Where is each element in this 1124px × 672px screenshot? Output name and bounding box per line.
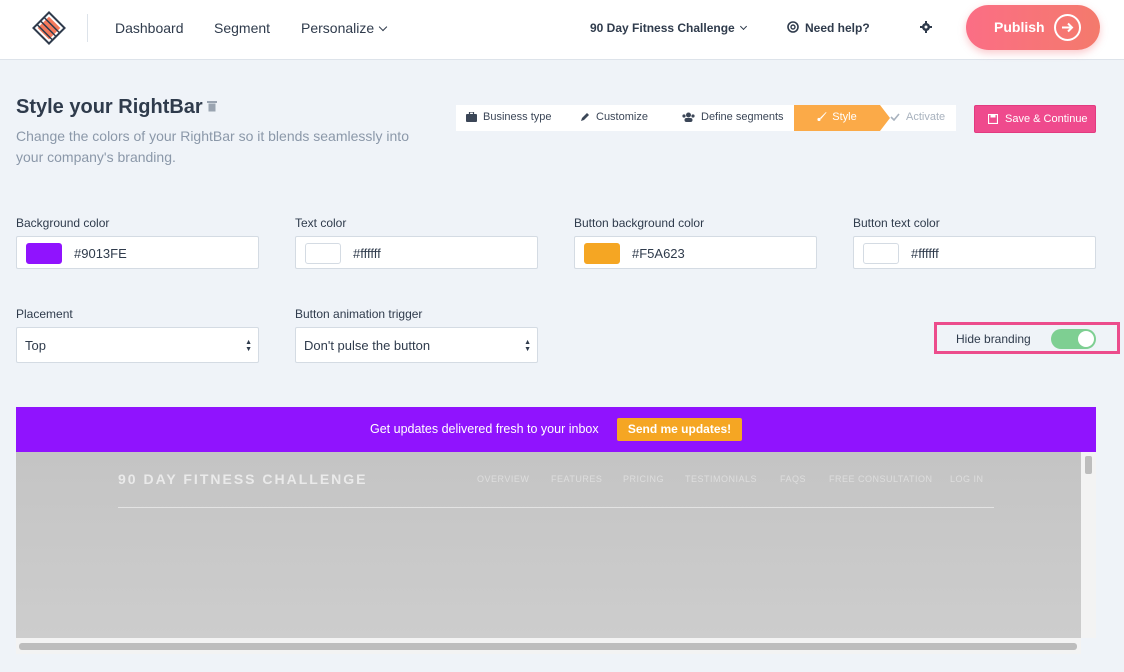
step-active-content: Style (794, 111, 880, 123)
rightbar-logo-icon[interactable] (30, 10, 68, 46)
preview-nav-log-in: LOG IN (950, 474, 984, 484)
preview-nav-faqs: FAQS (780, 474, 807, 484)
preview-divider (118, 507, 994, 508)
step-label: Business type (483, 111, 552, 123)
floppy-disk-icon (988, 114, 998, 124)
step-define-segments[interactable]: Define segments (682, 111, 784, 123)
nav-dashboard[interactable]: Dashboard (115, 20, 184, 36)
background-color-swatch[interactable] (26, 243, 62, 264)
step-style[interactable]: Style (794, 105, 890, 131)
hide-branding-toggle[interactable] (1051, 329, 1096, 349)
help-link[interactable]: Need help? (787, 21, 870, 35)
placement-select[interactable]: Top ▲ ▼ (16, 327, 259, 363)
page-title: Style your RightBar (16, 96, 203, 118)
button-bg-color-label: Button background color (574, 216, 705, 230)
select-arrows-icon: ▲ ▼ (245, 339, 252, 353)
step-label: Activate (906, 111, 946, 123)
button-bg-color-value: #F5A623 (632, 246, 685, 261)
wizard-steps: Business type Customize Define segments … (456, 105, 956, 131)
button-text-color-field[interactable]: #ffffff (853, 236, 1096, 269)
preview-nav-overview: OVERVIEW (477, 474, 530, 484)
background-color-label: Background color (16, 216, 110, 230)
arrow-right-icon (1054, 14, 1081, 41)
help-label: Need help? (805, 21, 870, 35)
scrollbar-thumb[interactable] (1085, 456, 1092, 474)
text-color-swatch[interactable] (305, 243, 341, 264)
text-color-value: #ffffff (353, 246, 381, 261)
trash-icon[interactable] (207, 100, 217, 112)
step-customize[interactable]: Customize (580, 111, 648, 123)
page-subtitle: Change the colors of your RightBar so it… (16, 128, 409, 165)
preview-nav-features: FEATURES (551, 474, 603, 484)
briefcase-icon (466, 112, 477, 122)
button-text-color-swatch[interactable] (863, 243, 899, 264)
step-label: Define segments (701, 111, 784, 123)
placement-label: Placement (16, 307, 73, 321)
button-text-color-value: #ffffff (911, 246, 939, 261)
rightbar-preview: Get updates delivered fresh to your inbo… (16, 407, 1096, 654)
save-continue-label: Save & Continue (1005, 113, 1088, 125)
users-icon (682, 112, 695, 122)
check-icon (890, 113, 900, 121)
hide-branding-highlight: Hide branding (934, 322, 1120, 354)
site-selector-label: 90 Day Fitness Challenge (590, 21, 735, 35)
preview-nav-free-consultation: FREE CONSULTATION (829, 474, 933, 484)
preview-horizontal-scrollbar[interactable] (16, 638, 1081, 654)
select-arrows-icon: ▲ ▼ (524, 339, 531, 353)
top-navbar: Dashboard Segment Personalize 90 Day Fit… (0, 0, 1124, 60)
nav-divider (87, 14, 88, 42)
lifebuoy-icon (787, 21, 799, 33)
animation-trigger-value: Don't pulse the button (304, 338, 431, 353)
animation-trigger-select[interactable]: Don't pulse the button ▲ ▼ (295, 327, 538, 363)
step-business-type[interactable]: Business type (466, 111, 551, 123)
step-label: Style (832, 111, 857, 123)
nav-segment[interactable]: Segment (214, 20, 270, 36)
step-activate[interactable]: Activate (890, 111, 945, 123)
step-label: Customize (596, 111, 648, 123)
text-color-field[interactable]: #ffffff (295, 236, 538, 269)
hide-branding-label: Hide branding (956, 332, 1031, 346)
nav-personalize-label: Personalize (301, 20, 375, 36)
paintbrush-icon (817, 112, 827, 122)
preview-vertical-scrollbar[interactable] (1081, 452, 1096, 638)
toggle-knob (1078, 331, 1094, 347)
nav-personalize[interactable]: Personalize (301, 20, 388, 36)
publish-button[interactable]: Publish (966, 5, 1100, 50)
preview-nav-pricing: PRICING (623, 474, 665, 484)
text-color-label: Text color (295, 216, 347, 230)
chevron-down-icon (378, 22, 388, 32)
preview-site-title: 90 DAY FITNESS CHALLENGE (118, 471, 368, 487)
preview-bar: Get updates delivered fresh to your inbo… (16, 407, 1096, 452)
gear-icon[interactable] (920, 21, 932, 33)
background-color-field[interactable]: #9013FE (16, 236, 259, 269)
placement-value: Top (25, 338, 46, 353)
site-selector[interactable]: 90 Day Fitness Challenge (590, 21, 747, 35)
scrollbar-thumb[interactable] (19, 643, 1077, 650)
preview-bar-button[interactable]: Send me updates! (617, 418, 742, 441)
publish-label: Publish (994, 19, 1045, 35)
button-bg-color-field[interactable]: #F5A623 (574, 236, 817, 269)
button-text-color-label: Button text color (853, 216, 940, 230)
preview-bar-text: Get updates delivered fresh to your inbo… (370, 422, 599, 436)
save-continue-button[interactable]: Save & Continue (974, 105, 1096, 133)
background-color-value: #9013FE (74, 246, 127, 261)
animation-trigger-label: Button animation trigger (295, 307, 423, 321)
preview-nav-testimonials: TESTIMONIALS (685, 474, 758, 484)
preview-website: 90 DAY FITNESS CHALLENGE OVERVIEW FEATUR… (16, 452, 1081, 638)
chevron-down-icon (739, 22, 747, 31)
pencil-icon (581, 113, 589, 121)
button-bg-color-swatch[interactable] (584, 243, 620, 264)
